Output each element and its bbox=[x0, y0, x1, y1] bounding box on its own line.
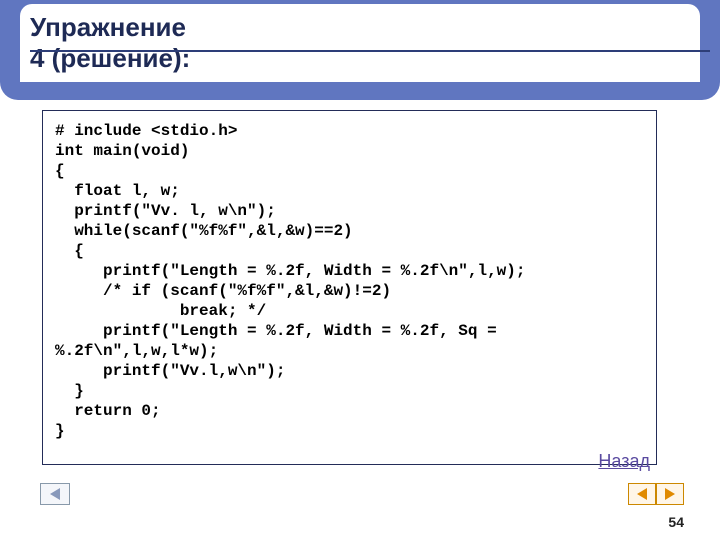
code-box: # include <stdio.h> int main(void) { flo… bbox=[42, 110, 657, 465]
nav-prev-button[interactable] bbox=[628, 483, 656, 505]
triangle-left-icon bbox=[637, 488, 647, 500]
slide-title: Упражнение 4 (решение): bbox=[30, 12, 200, 74]
title-container: Упражнение 4 (решение): bbox=[20, 4, 700, 82]
triangle-right-icon bbox=[665, 488, 675, 500]
triangle-left-icon bbox=[50, 488, 60, 500]
nav-button-group bbox=[628, 483, 684, 505]
header-divider bbox=[30, 50, 710, 52]
nav-next-button[interactable] bbox=[656, 483, 684, 505]
code-content: # include <stdio.h> int main(void) { flo… bbox=[55, 121, 644, 441]
slide-header: Упражнение 4 (решение): bbox=[0, 0, 720, 100]
page-number: 54 bbox=[668, 514, 684, 530]
nav-prev-outline-button[interactable] bbox=[40, 483, 70, 505]
back-link[interactable]: Назад bbox=[598, 451, 650, 472]
